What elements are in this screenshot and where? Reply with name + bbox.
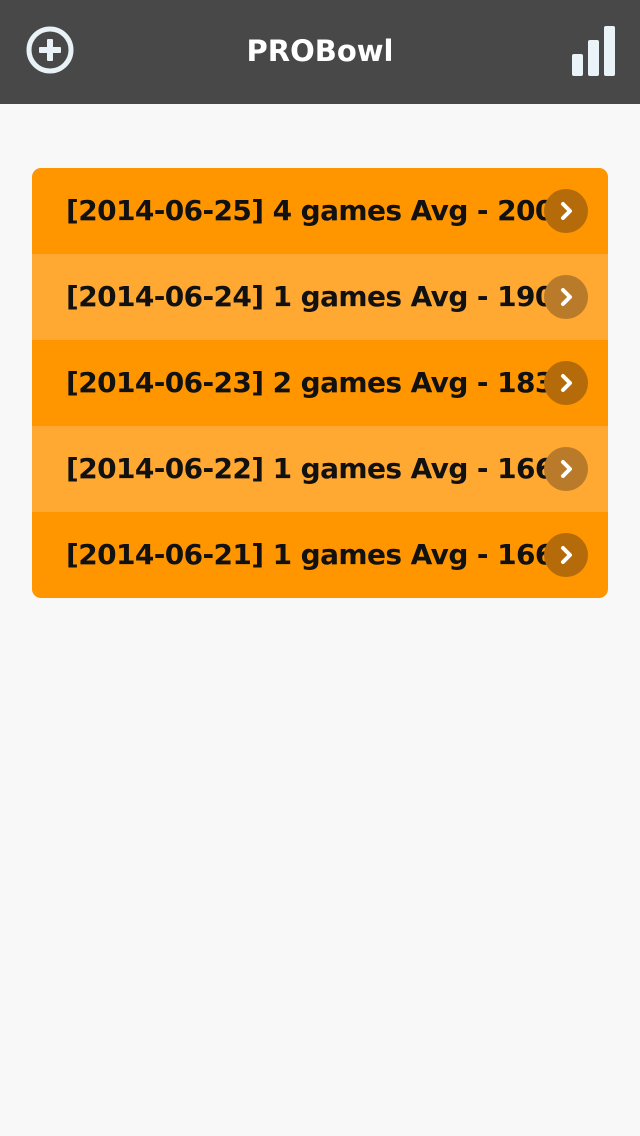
session-label: [2014-06-25] 4 games Avg - 200 (66, 194, 554, 227)
chevron-right-icon[interactable] (544, 533, 588, 577)
top-bar: PROBowl (0, 0, 640, 104)
session-label: [2014-06-23] 2 games Avg - 183 (66, 366, 554, 399)
app-title: PROBowl (246, 34, 394, 68)
chevron-right-icon[interactable] (544, 275, 588, 319)
list-item[interactable]: [2014-06-24] 1 games Avg - 190 (32, 254, 608, 340)
stats-button[interactable] (566, 20, 622, 76)
list-item[interactable]: [2014-06-25] 4 games Avg - 200 (32, 168, 608, 254)
list-item[interactable]: [2014-06-23] 2 games Avg - 183 (32, 340, 608, 426)
chevron-right-icon[interactable] (544, 189, 588, 233)
list-item[interactable]: [2014-06-21] 1 games Avg - 166 (32, 512, 608, 598)
session-label: [2014-06-22] 1 games Avg - 166 (66, 452, 554, 485)
bar-chart-icon (572, 26, 615, 76)
session-label: [2014-06-24] 1 games Avg - 190 (66, 280, 554, 313)
chevron-right-icon[interactable] (544, 361, 588, 405)
session-list: [2014-06-25] 4 games Avg - 200 [2014-06-… (32, 168, 608, 598)
session-label: [2014-06-21] 1 games Avg - 166 (66, 538, 554, 571)
list-item[interactable]: [2014-06-22] 1 games Avg - 166 (32, 426, 608, 512)
chevron-right-icon[interactable] (544, 447, 588, 491)
